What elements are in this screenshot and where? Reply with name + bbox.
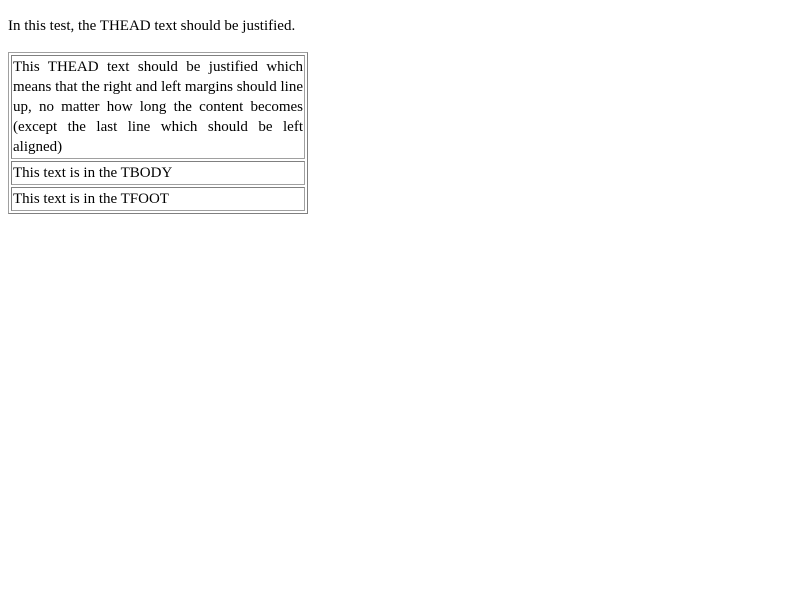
test-table: This THEAD text should be justified whic… xyxy=(8,52,308,214)
table-foot-row: This text is in the TFOOT xyxy=(11,187,305,211)
table-head: This THEAD text should be justified whic… xyxy=(11,55,305,159)
tfoot-cell: This text is in the TFOOT xyxy=(11,187,305,211)
page: In this test, the THEAD text should be j… xyxy=(0,0,800,600)
table-body-row: This text is in the TBODY xyxy=(11,161,305,185)
table-head-row: This THEAD text should be justified whic… xyxy=(11,55,305,159)
table-body: This text is in the TBODY xyxy=(11,161,305,185)
tbody-cell: This text is in the TBODY xyxy=(11,161,305,185)
thead-cell: This THEAD text should be justified whic… xyxy=(11,55,305,159)
table-foot: This text is in the TFOOT xyxy=(11,187,305,211)
intro-text: In this test, the THEAD text should be j… xyxy=(8,18,296,34)
